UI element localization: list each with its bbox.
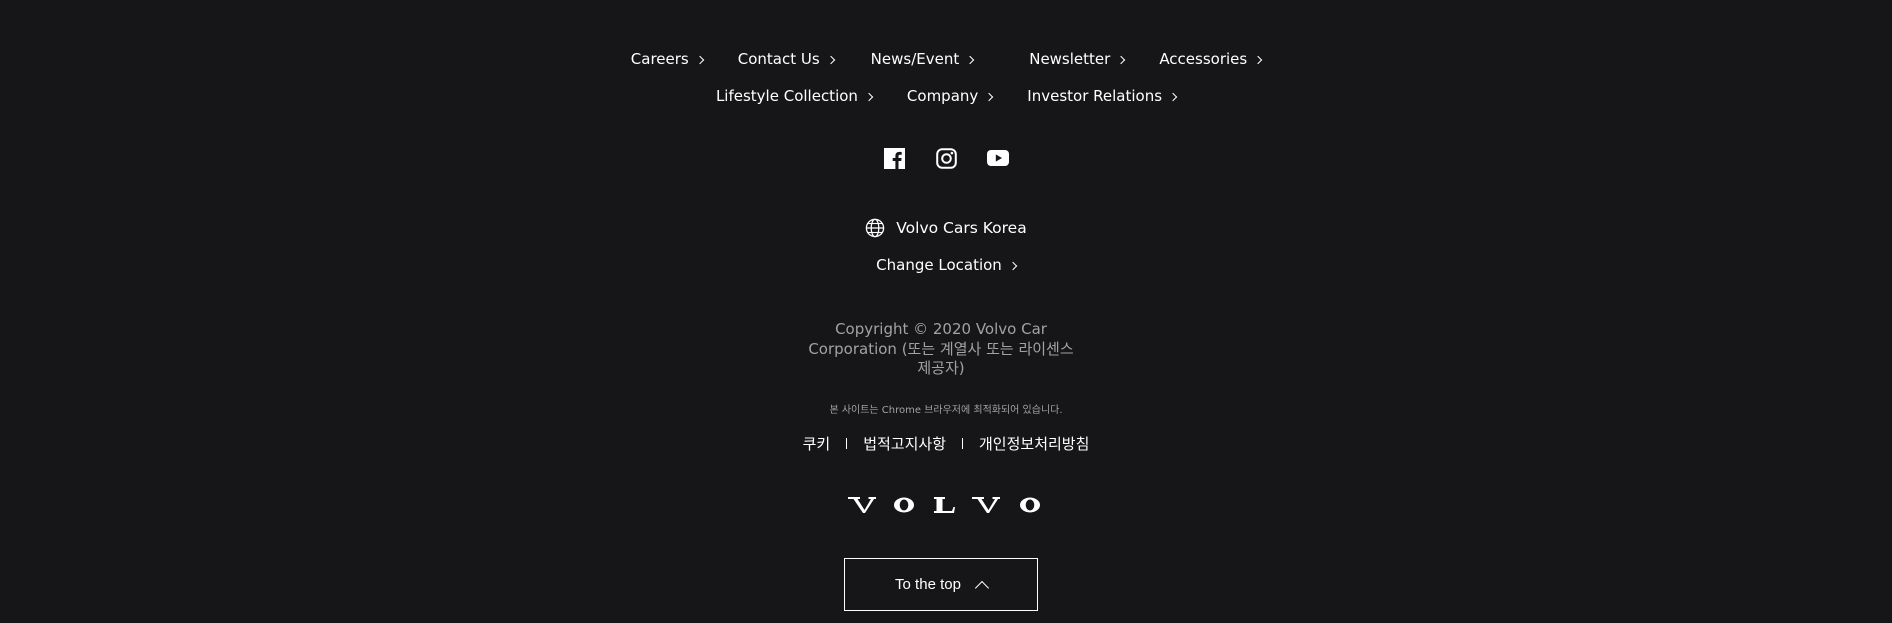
nav-link-investor-relations[interactable]: Investor Relations — [1027, 87, 1178, 105]
change-location-row: Change Location — [0, 256, 1892, 274]
footer-nav-row-1: Careers Contact Us News/Event Newsletter… — [0, 50, 1892, 68]
social-links — [0, 147, 1892, 169]
chevron-right-icon — [826, 55, 835, 64]
instagram-icon[interactable] — [935, 147, 957, 169]
nav-link-label: Investor Relations — [1027, 87, 1163, 105]
to-the-top-label: To the top — [895, 576, 961, 593]
location-name: Volvo Cars Korea — [896, 219, 1027, 237]
nav-link-news-event[interactable]: News/Event — [870, 50, 975, 68]
current-location: Volvo Cars Korea — [0, 218, 1892, 238]
nav-link-lifestyle-collection[interactable]: Lifestyle Collection — [715, 87, 874, 105]
nav-link-contact-us[interactable]: Contact Us — [737, 50, 835, 68]
volvo-logo — [0, 495, 1892, 515]
nav-link-newsletter[interactable]: Newsletter — [1029, 50, 1126, 68]
nav-link-label: Contact Us — [737, 50, 820, 68]
legal-links: 쿠키 법적고지사항 개인정보처리방침 — [0, 433, 1892, 454]
chevron-right-icon — [1253, 55, 1263, 64]
nav-link-company[interactable]: Company — [906, 87, 994, 105]
chevron-right-icon — [1117, 55, 1126, 64]
chevron-right-icon — [864, 92, 874, 101]
volvo-wordmark — [848, 497, 1040, 513]
to-the-top-button[interactable]: To the top — [844, 558, 1038, 611]
divider — [846, 438, 848, 449]
chevron-right-icon — [1008, 261, 1018, 270]
youtube-icon[interactable] — [987, 147, 1009, 169]
divider — [962, 438, 963, 449]
chevron-right-icon — [1168, 92, 1178, 101]
facebook-icon[interactable] — [883, 147, 905, 169]
site-footer: Careers Contact Us News/Event Newsletter… — [0, 0, 1892, 623]
globe-icon — [865, 218, 885, 238]
nav-link-careers[interactable]: Careers — [630, 50, 704, 68]
chevron-right-icon — [965, 55, 975, 64]
change-location-link[interactable]: Change Location — [876, 256, 1018, 274]
nav-link-label: Lifestyle Collection — [715, 87, 858, 105]
footer-nav-row-2: Lifestyle Collection Company Investor Re… — [0, 87, 1892, 105]
copyright-text: Copyright © 2020 Volvo Car Corporation (… — [808, 320, 1074, 377]
chevron-up-icon — [974, 580, 990, 595]
nav-link-label: Company — [906, 87, 979, 105]
nav-link-label: Accessories — [1159, 50, 1248, 68]
cookie-link[interactable]: 쿠키 — [803, 433, 831, 454]
privacy-policy-link[interactable]: 개인정보처리방침 — [979, 433, 1089, 454]
nav-link-accessories[interactable]: Accessories — [1159, 50, 1263, 68]
change-location-label: Change Location — [876, 256, 1002, 274]
browser-optimized-note: 본 사이트는 Chrome 브라우저에 최적화되어 있습니다. — [829, 405, 1063, 416]
chevron-right-icon — [695, 55, 704, 64]
nav-link-label: Newsletter — [1029, 50, 1111, 68]
nav-link-label: News/Event — [870, 50, 960, 68]
chevron-right-icon — [985, 92, 994, 101]
legal-notice-link[interactable]: 법적고지사항 — [863, 433, 946, 454]
nav-link-label: Careers — [630, 50, 689, 68]
